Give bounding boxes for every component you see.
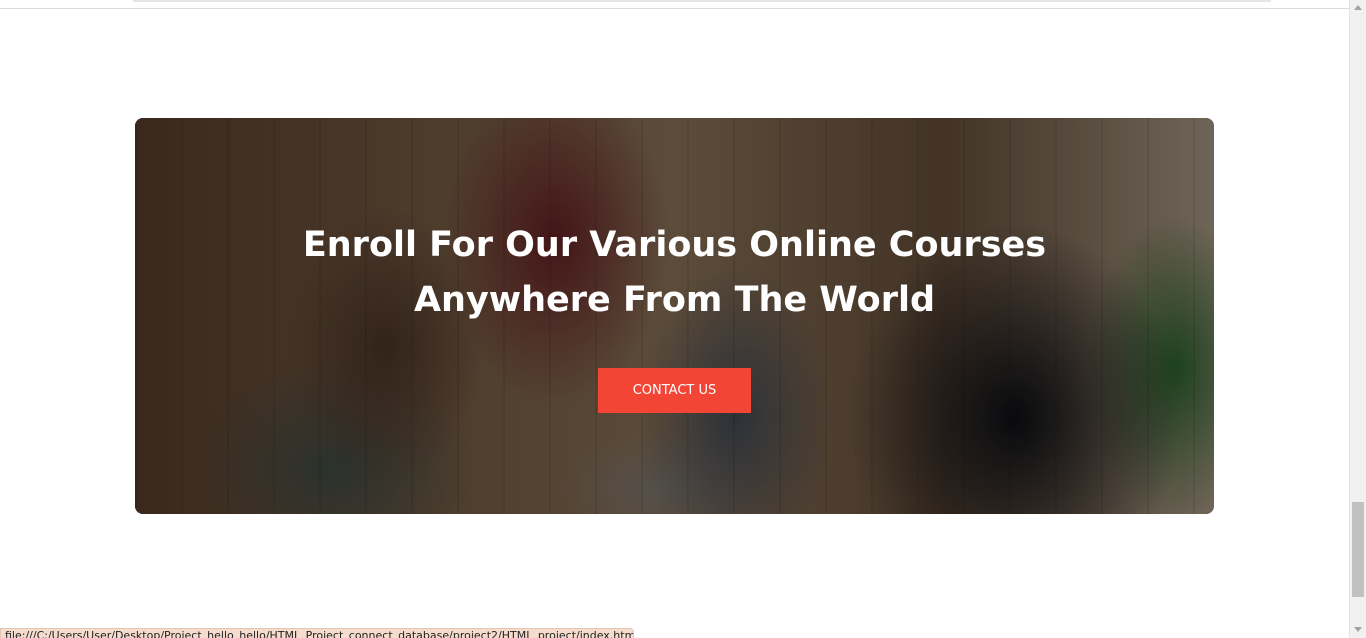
vertical-scrollbar[interactable] [1349, 0, 1366, 638]
enroll-banner: Enroll For Our Various Online Courses An… [135, 118, 1214, 514]
link-status-bar: file:///C:/Users/User/Desktop/Project_he… [0, 628, 634, 638]
chevron-up-icon[interactable] [1354, 5, 1362, 10]
page: Enroll For Our Various Online Courses An… [0, 0, 1366, 638]
divider [133, 0, 1271, 2]
contact-us-button[interactable]: CONTACT US [598, 368, 751, 413]
banner-content: Enroll For Our Various Online Courses An… [135, 118, 1214, 514]
previous-section-edge [0, 0, 1349, 9]
scrollbar-thumb[interactable] [1352, 502, 1364, 597]
banner-heading: Enroll For Our Various Online Courses An… [135, 218, 1214, 328]
chevron-down-icon[interactable] [1354, 627, 1362, 632]
banner-heading-line1: Enroll For Our Various Online Courses [302, 225, 1047, 265]
banner-heading-line2: Anywhere From The World [413, 280, 936, 320]
